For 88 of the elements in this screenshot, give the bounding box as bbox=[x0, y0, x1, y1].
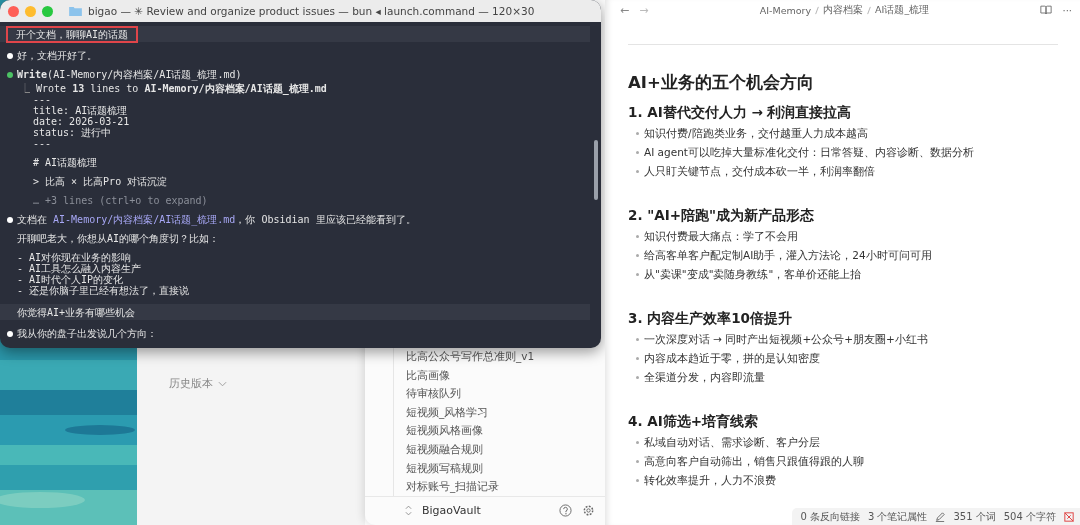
list-item: 知识付费最大痛点：学了不会用 bbox=[644, 229, 798, 244]
zoom-icon[interactable] bbox=[42, 5, 53, 17]
properties-count[interactable]: 3 个笔记属性 bbox=[867, 509, 928, 524]
back-button[interactable]: ← bbox=[620, 3, 630, 17]
message-text: 好，文档开好了。 bbox=[17, 50, 97, 61]
list-item: 一次深度对话 → 同时产出短视频+公众号+朋友圈+小红书 bbox=[644, 332, 928, 347]
prompt-text: 开个文档，聊聊AI的话题 bbox=[6, 25, 139, 43]
status-dot-icon bbox=[7, 71, 13, 78]
scrollbar-thumb[interactable] bbox=[594, 140, 598, 200]
output-line: 开聊吧老大，你想从AI的哪个角度切？比如： bbox=[17, 233, 220, 244]
output-line: - AI时代个人IP的变化 bbox=[17, 274, 124, 285]
output-line: date: 2026-03-21 bbox=[33, 116, 130, 127]
bullet-icon bbox=[636, 460, 639, 463]
output-line: > 比高 × 比高Pro 对话沉淀 bbox=[33, 176, 168, 187]
list-item: 私域自动对话、需求诊断、客户分层 bbox=[644, 435, 820, 450]
book-icon[interactable] bbox=[1040, 5, 1053, 15]
folder-icon bbox=[69, 6, 82, 16]
file-item[interactable]: 比高画像 bbox=[394, 365, 605, 385]
window-title: bigao — ✳ Review and organize product issues — bun ◂ launch.command — 120×30 bbox=[88, 5, 535, 17]
up-down-icon[interactable] bbox=[405, 505, 412, 517]
breadcrumb-item[interactable]: AI话题_梳理 bbox=[875, 3, 930, 17]
output-line: --- bbox=[33, 138, 52, 149]
bullet-icon bbox=[7, 52, 13, 59]
more-button[interactable]: ··· bbox=[1062, 4, 1072, 16]
bullet-icon bbox=[636, 254, 639, 257]
bullet-icon bbox=[636, 376, 639, 379]
file-item[interactable]: 对标账号_扫描记录 bbox=[394, 477, 605, 496]
bullet-icon bbox=[636, 479, 639, 482]
section-heading: 1. AI替代交付人力 → 利润直接拉高 bbox=[628, 104, 853, 122]
list-item: 知识付费/陪跑类业务，交付越重人力成本越高 bbox=[644, 126, 868, 141]
char-count: 504 个字符 bbox=[1003, 509, 1056, 524]
help-icon[interactable] bbox=[559, 504, 572, 518]
output-line: title: AI话题梳理 bbox=[33, 105, 128, 116]
file-link[interactable]: AI-Memory/内容档案/AI话题_梳理.md bbox=[53, 214, 236, 225]
settings-icon[interactable] bbox=[582, 504, 595, 518]
message-text: 我从你的盘子出发说几个方向： bbox=[17, 328, 157, 339]
close-icon[interactable] bbox=[8, 5, 19, 17]
chevron-down-icon bbox=[218, 380, 227, 387]
slash-icon bbox=[867, 5, 872, 15]
vault-name[interactable]: BigaoVault bbox=[422, 504, 549, 518]
bullet-icon bbox=[636, 170, 639, 173]
file-item[interactable]: 短视频融合规则 bbox=[394, 439, 605, 459]
file-item[interactable]: 比高公众号写作总准则_v1 bbox=[394, 347, 605, 366]
list-item: 内容成本趋近于零，拼的是认知密度 bbox=[644, 351, 820, 366]
bullet-icon bbox=[636, 357, 639, 360]
list-item: 从"卖课"变成"卖随身教练"，客单价还能上抬 bbox=[644, 267, 862, 282]
output-line: --- bbox=[33, 94, 52, 105]
prompt-text: 你觉得AI+业务有哪些机会 bbox=[16, 306, 136, 318]
bullet-icon bbox=[7, 330, 13, 337]
word-count: 351 个词 bbox=[953, 509, 996, 524]
slash-icon bbox=[815, 5, 820, 15]
list-item: AI agent可以吃掉大量标准化交付：日常答疑、内容诊断、数据分析 bbox=[644, 145, 974, 160]
output-line: - AI工具怎么融入内容生产 bbox=[17, 263, 142, 274]
result-marker: ⎿ bbox=[20, 83, 30, 94]
list-item: 高意向客户自动筛出，销售只跟值得跟的人聊 bbox=[644, 454, 864, 469]
bullet-icon bbox=[636, 151, 639, 154]
list-item: 人只盯关键节点，交付成本砍一半，利润率翻倍 bbox=[644, 164, 875, 179]
bullet-icon bbox=[7, 216, 13, 223]
output-line: … +3 lines (ctrl+o to expand) bbox=[33, 195, 208, 206]
bullet-icon bbox=[636, 132, 639, 135]
result-text: Wrote 13 lines to AI-Memory/内容档案/AI话题_梳理.md bbox=[36, 83, 327, 94]
document-title: AI+业务的五个机会方向 bbox=[628, 72, 815, 94]
output-line: status: 进行中 bbox=[33, 127, 112, 138]
file-item[interactable]: 短视频风格画像 bbox=[394, 421, 605, 440]
list-item: 转化效率提升，人力不浪费 bbox=[644, 473, 776, 488]
list-item: 给高客单客户配定制AI助手，灌入方法论，24小时可问可用 bbox=[644, 248, 932, 263]
sync-error-icon[interactable] bbox=[1064, 511, 1074, 522]
section-heading: 2. "AI+陪跑"成为新产品形态 bbox=[628, 207, 816, 225]
output-line: - AI对你现在业务的影响 bbox=[17, 252, 132, 263]
output-line: - 还是你脑子里已经有想法了，直接说 bbox=[17, 285, 190, 296]
file-item[interactable]: 短视频写稿规则 bbox=[394, 458, 605, 478]
tool-call: Write(AI-Memory/内容档案/AI话题_梳理.md) bbox=[17, 69, 242, 80]
section-heading: 4. AI筛选+培育线索 bbox=[628, 413, 759, 431]
list-item: 全渠道分发，内容即流量 bbox=[644, 370, 765, 385]
bullet-icon bbox=[636, 235, 639, 238]
minimize-icon[interactable] bbox=[25, 5, 36, 17]
breadcrumb-item[interactable]: AI-Memory bbox=[759, 4, 812, 16]
breadcrumb-item[interactable]: 内容档案 bbox=[823, 3, 864, 17]
bullet-icon bbox=[636, 338, 639, 341]
bullet-icon bbox=[636, 273, 639, 276]
file-item[interactable]: 待审核队列 bbox=[394, 384, 605, 403]
section-heading: 3. 内容生产效率10倍提升 bbox=[628, 310, 793, 328]
pencil-icon[interactable] bbox=[935, 511, 946, 522]
output-line: # AI话题梳理 bbox=[33, 157, 98, 168]
backlinks-count[interactable]: 0 条反向链接 bbox=[800, 509, 860, 524]
file-item[interactable]: 短视频_风格学习 bbox=[394, 402, 605, 422]
bullet-icon bbox=[636, 441, 639, 444]
message-text: 文档在 AI-Memory/内容档案/AI话题_梳理.md，你 Obsidian 里应该已经能看到了。 bbox=[17, 214, 416, 225]
